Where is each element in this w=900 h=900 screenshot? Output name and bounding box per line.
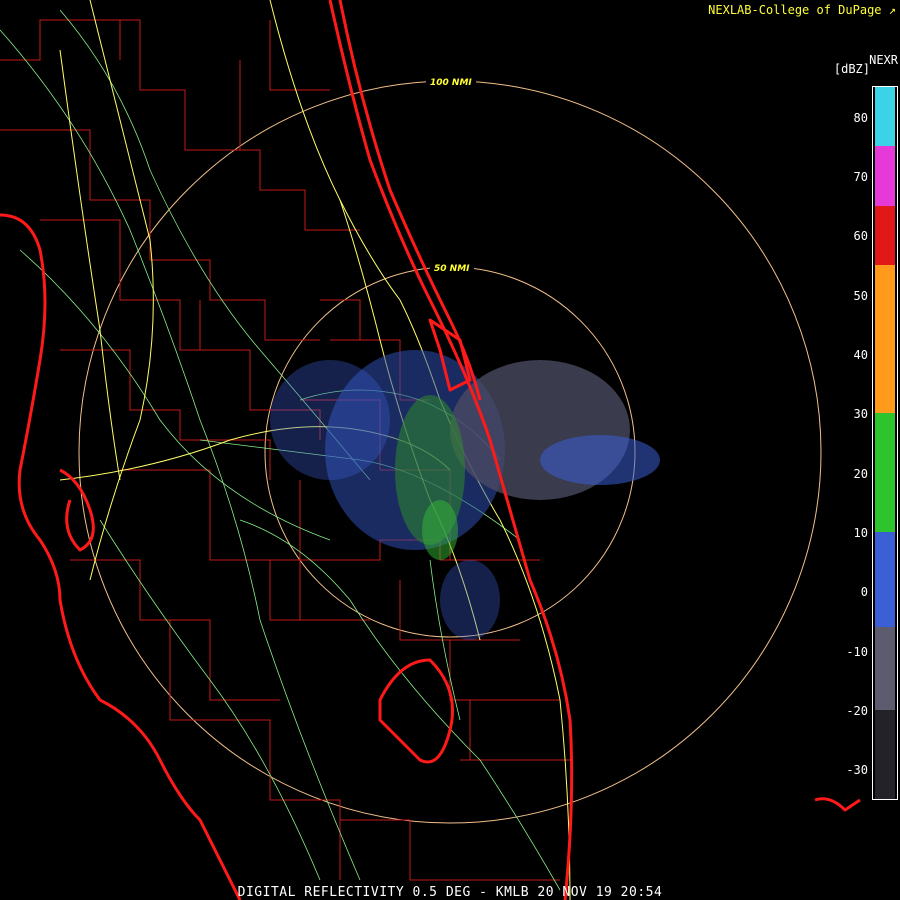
color-band (875, 265, 895, 414)
color-band (875, 146, 895, 206)
color-band (875, 87, 895, 147)
credit-label: NEXLAB-College of DuPage ↗ (708, 3, 896, 17)
units-label: [dBZ] (833, 62, 870, 76)
color-scale-tick: 80 (853, 110, 868, 125)
color-scale-tick: 60 (853, 229, 868, 244)
color-scale-tick: 10 (853, 526, 868, 540)
color-band (875, 626, 895, 710)
color-scale-tick: 0 (860, 585, 868, 600)
color-scale (872, 86, 898, 800)
color-band (875, 532, 895, 627)
color-scale-tick: 40 (853, 348, 868, 362)
footer-caption: DIGITAL REFLECTIVITY 0.5 DEG - KMLB 20 N… (237, 885, 663, 900)
product-label: NEXR (869, 53, 898, 67)
color-scale-tick: 30 (853, 407, 868, 422)
color-scale-tick: 70 (853, 170, 868, 184)
external-link-icon[interactable]: ↗ (889, 3, 896, 17)
ring-label-50: 50 NMI (434, 264, 470, 274)
radar-map: 100 NMI 50 NMI (0, 0, 900, 900)
ring-label-100: 100 NMI (430, 78, 472, 88)
color-scale-tick: 50 (853, 288, 868, 303)
color-band (875, 710, 895, 799)
color-scale-tick: -20 (846, 704, 868, 718)
color-band (875, 205, 895, 265)
color-scale-tick: -10 (846, 644, 868, 659)
color-scale-tick: -30 (846, 763, 868, 778)
color-scale-tick: 20 (853, 466, 868, 481)
color-band (875, 413, 895, 532)
